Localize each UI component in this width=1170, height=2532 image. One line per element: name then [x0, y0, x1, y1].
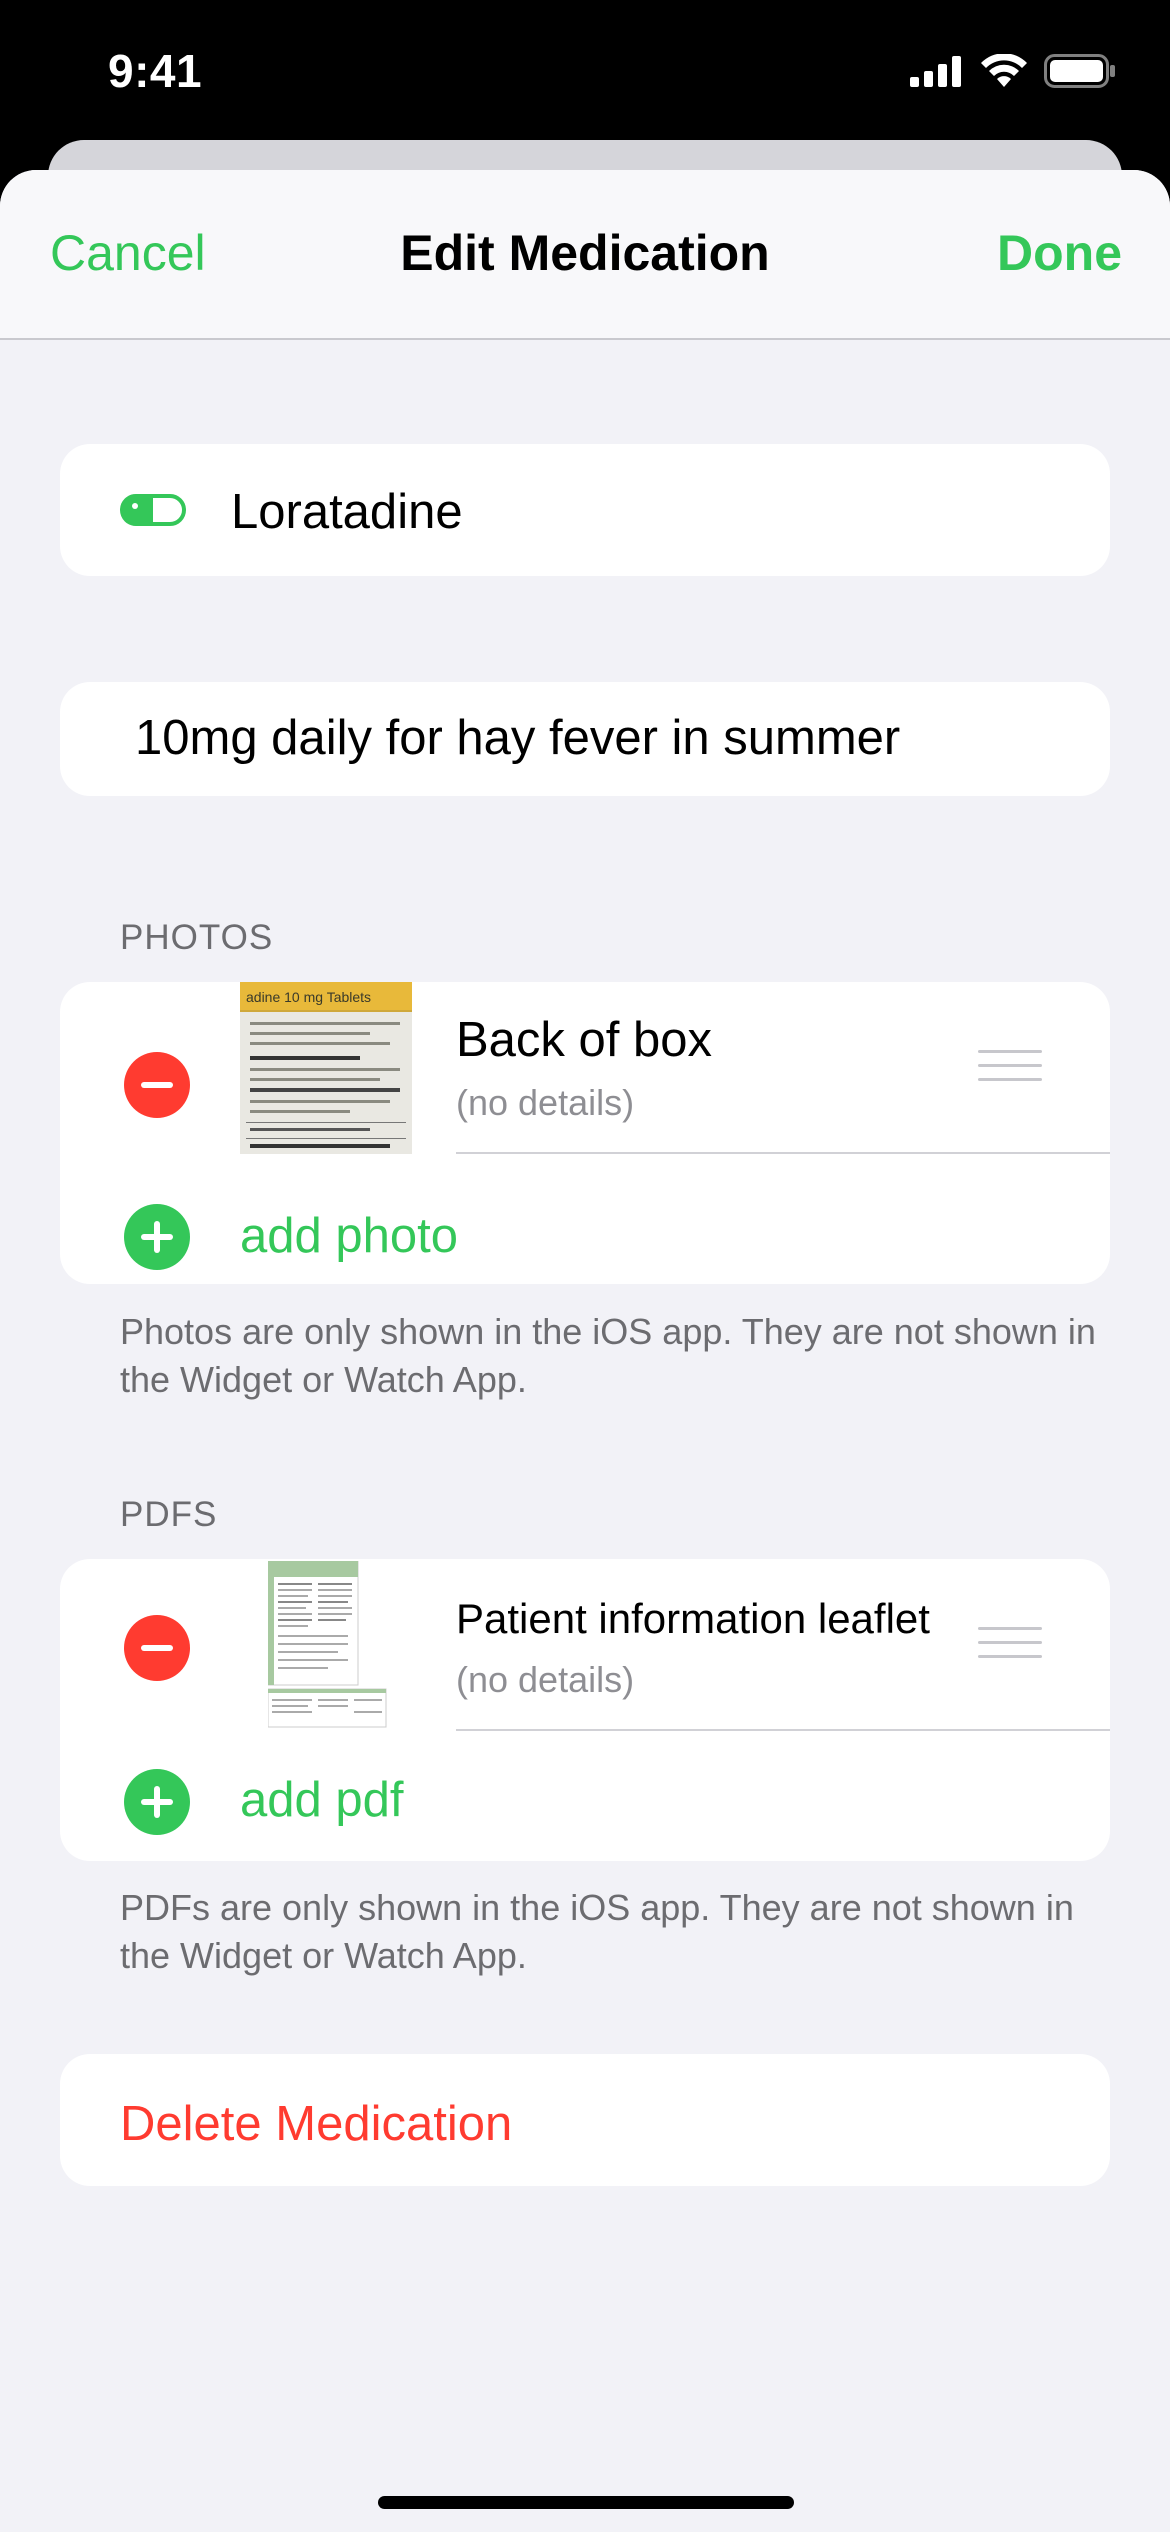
photos-footer-note: Photos are only shown in the iOS app. Th…	[120, 1311, 1096, 1400]
pdf-details: (no details)	[456, 1659, 635, 1700]
battery-icon	[1044, 54, 1115, 88]
drag-handle-icon[interactable]	[978, 1050, 1042, 1084]
navigation-bar: Cancel Edit Medication Done	[0, 170, 1170, 340]
delete-medication-button[interactable]: Delete Medication	[120, 2096, 512, 2152]
done-button[interactable]: Done	[997, 224, 1122, 282]
page-title: Edit Medication	[400, 225, 770, 281]
photos-list: adine 10 mg Tablets Back of box (no deta…	[60, 982, 1110, 1284]
add-photo-button[interactable]: add photo	[240, 1208, 458, 1264]
delete-medication-row[interactable]: Delete Medication	[60, 2054, 1110, 2186]
edit-medication-sheet: Cancel Edit Medication Done Loratadine 1…	[0, 170, 1170, 2532]
pdf-thumbnail[interactable]	[267, 1560, 388, 1729]
medication-name-field[interactable]: Loratadine	[60, 444, 1110, 576]
photo-details: (no details)	[456, 1082, 635, 1123]
medication-name-text: Loratadine	[231, 485, 463, 539]
photos-section-header: PHOTOS	[120, 918, 274, 957]
add-pdf-icon[interactable]	[124, 1769, 190, 1835]
pdf-title: Patient information leaflet	[456, 1595, 930, 1642]
document-photo-image: adine 10 mg Tablets	[240, 982, 412, 1154]
status-time: 9:41	[108, 45, 203, 97]
pdfs-footer-note: PDFs are only shown in the iOS app. They…	[120, 1887, 1074, 1976]
row-divider	[456, 1729, 1110, 1731]
delete-pdf-button[interactable]	[124, 1615, 190, 1681]
status-icons	[910, 54, 1116, 88]
pill-icon	[120, 494, 186, 526]
add-photo-icon[interactable]	[124, 1204, 190, 1270]
pdfs-section-header: PDFS	[120, 1495, 218, 1534]
pdfs-list: Patient information leaflet (no details)…	[60, 1559, 1110, 1861]
medication-notes-field[interactable]: 10mg daily for hay fever in summer	[60, 682, 1110, 796]
cellular-signal-icon	[910, 56, 961, 87]
photo-title: Back of box	[456, 1013, 713, 1067]
medication-notes-text: 10mg daily for hay fever in summer	[135, 711, 901, 765]
svg-text:adine 10 mg Tablets: adine 10 mg Tablets	[246, 989, 371, 1005]
photo-thumbnail[interactable]: adine 10 mg Tablets	[240, 982, 412, 1154]
delete-photo-button[interactable]	[124, 1052, 190, 1118]
drag-handle-icon[interactable]	[978, 1627, 1042, 1661]
add-pdf-button[interactable]: add pdf	[240, 1772, 404, 1828]
pdf-document-icon	[267, 1560, 387, 1728]
row-divider	[456, 1152, 1110, 1154]
wifi-icon	[981, 54, 1027, 87]
home-indicator	[378, 2496, 794, 2509]
